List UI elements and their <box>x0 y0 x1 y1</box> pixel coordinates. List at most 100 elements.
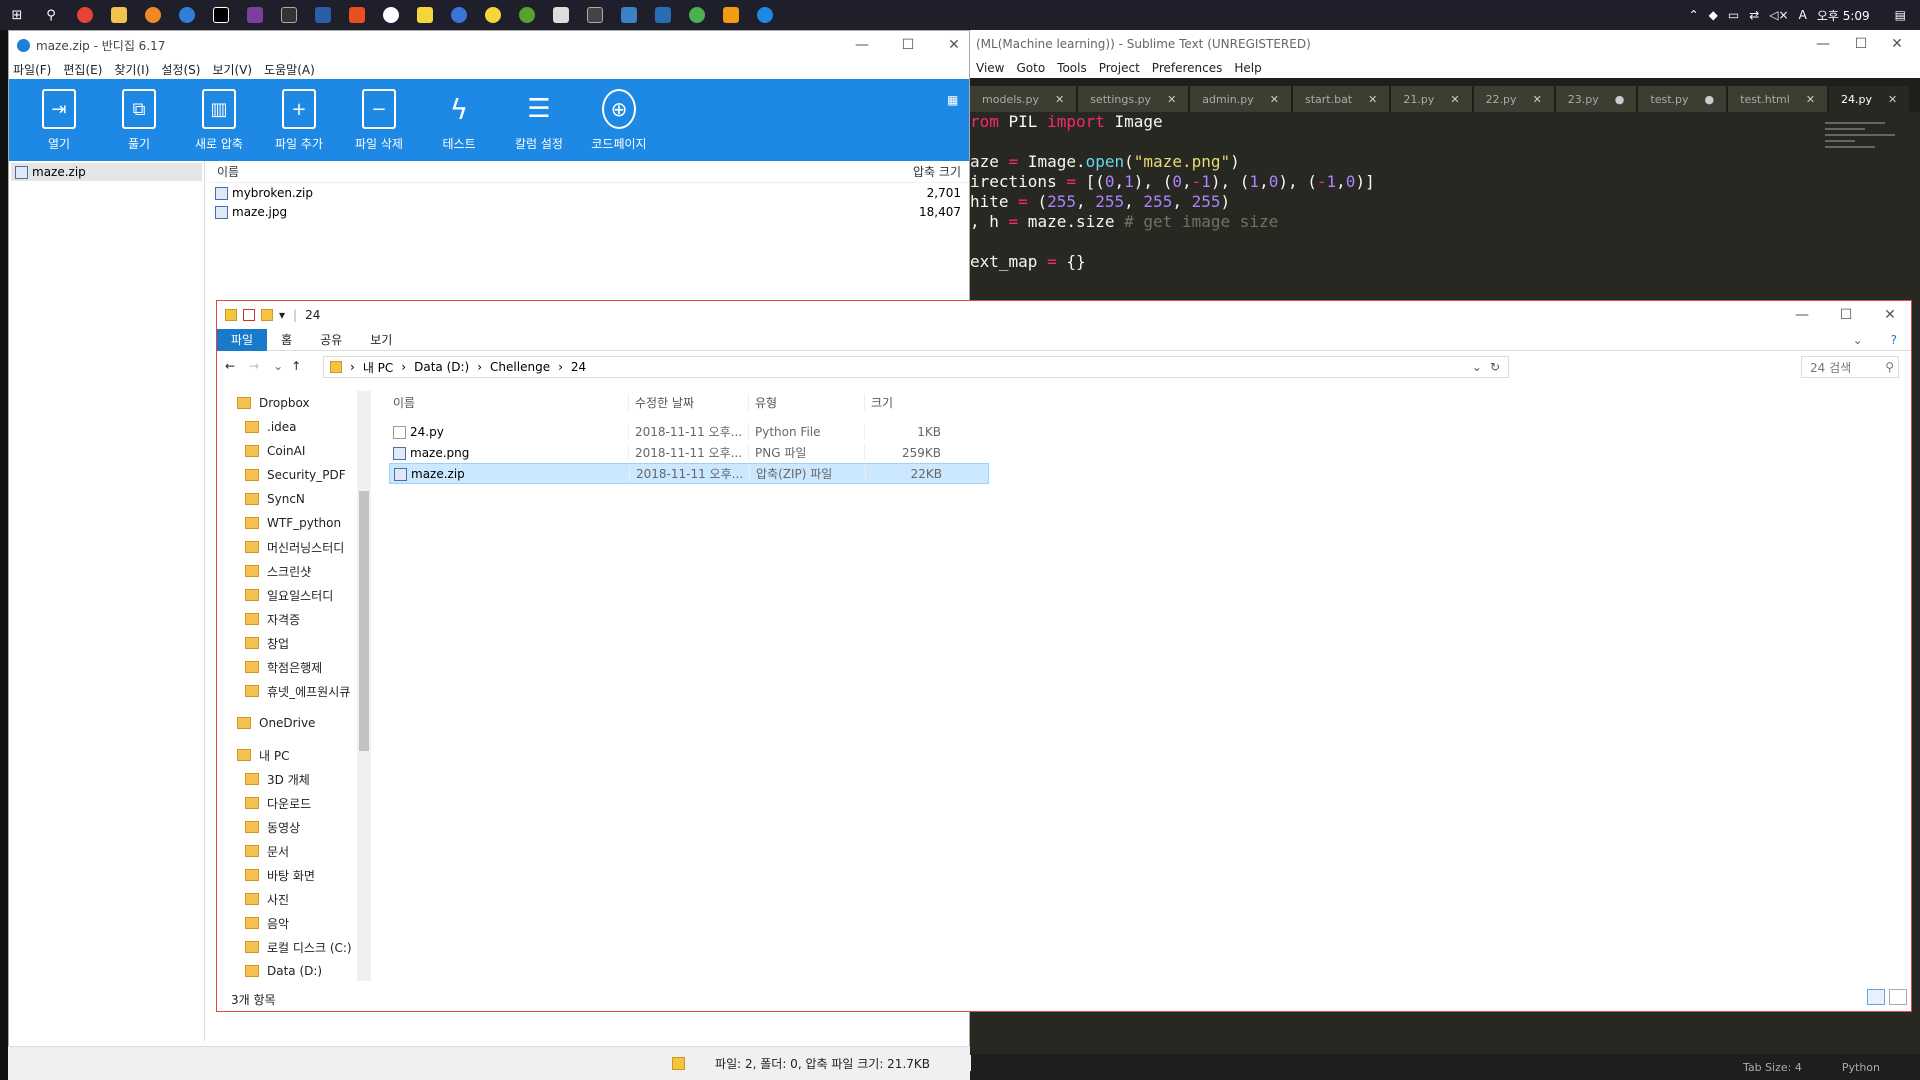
pycharm-icon[interactable] <box>204 0 238 30</box>
nav-item[interactable]: Data (D:) <box>217 959 373 983</box>
tab-22[interactable]: 22.py ✕ <box>1473 86 1554 112</box>
column-size[interactable]: 크기 <box>865 394 945 411</box>
notification-icon[interactable]: ▤ <box>1895 8 1906 22</box>
close-icon[interactable]: ✕ <box>1167 93 1176 106</box>
search-input[interactable]: 24 검색 ⚲ <box>1801 356 1899 378</box>
close-icon[interactable]: ✕ <box>1368 93 1377 106</box>
maximize-button[interactable]: ☐ <box>885 31 931 59</box>
nav-item[interactable]: 문서 <box>217 839 373 863</box>
app-icon[interactable] <box>510 0 544 30</box>
close-icon[interactable]: ✕ <box>1888 93 1897 106</box>
column-name[interactable]: 이름 <box>389 393 629 411</box>
nav-item[interactable]: .idea <box>217 415 373 439</box>
dropbox-tray-icon[interactable]: ◆ <box>1709 8 1718 22</box>
nav-item[interactable]: 내 PC <box>217 743 373 767</box>
close-button[interactable]: ✕ <box>931 31 977 59</box>
search-app-icon[interactable] <box>136 0 170 30</box>
tab-24[interactable]: 24.py ✕ <box>1829 86 1910 112</box>
tab-file[interactable]: 파일 <box>217 328 268 351</box>
minimize-button[interactable]: — <box>839 31 885 59</box>
tab-home[interactable]: 홈 <box>267 331 306 348</box>
column-type[interactable]: 유형 <box>749 393 865 411</box>
menu-project[interactable]: Project <box>1099 61 1140 75</box>
close-icon[interactable]: ✕ <box>1055 93 1064 106</box>
codepage-button[interactable]: ⊕ 코드페이지 <box>579 79 659 152</box>
nav-item[interactable]: WTF_python <box>217 511 373 535</box>
column-settings-button[interactable]: ☰ 칼럼 설정 <box>499 79 579 152</box>
app-icon[interactable] <box>544 0 578 30</box>
nav-item[interactable]: 동영상 <box>217 815 373 839</box>
breadcrumb-item[interactable]: Data (D:) <box>414 360 469 374</box>
nav-item[interactable]: 로컬 디스크 (C:) <box>217 935 373 959</box>
battery-icon[interactable]: ▭ <box>1728 8 1739 22</box>
nav-item[interactable]: 스크린샷 <box>217 559 373 583</box>
minimize-button[interactable]: — <box>1779 301 1825 329</box>
breadcrumb-item[interactable]: 내 PC <box>363 359 393 376</box>
nav-item[interactable]: 창업 <box>217 631 373 655</box>
firefox-icon[interactable] <box>170 0 204 30</box>
nav-item[interactable]: SyncN <box>217 487 373 511</box>
app-icon[interactable] <box>476 0 510 30</box>
code-editor[interactable]: rom PIL import Image aze = Image.open("m… <box>970 112 1820 272</box>
tab-start-bat[interactable]: start.bat ✕ <box>1292 86 1390 112</box>
volume-icon[interactable]: ◁× <box>1769 8 1788 22</box>
app-icon[interactable] <box>578 0 612 30</box>
app-icon[interactable] <box>442 0 476 30</box>
breadcrumb-item[interactable]: Chellenge <box>490 360 550 374</box>
onenote-icon[interactable] <box>238 0 272 30</box>
menu-edit[interactable]: 편집(E) <box>63 61 102 78</box>
close-icon[interactable]: ✕ <box>1270 93 1279 106</box>
recent-chevron-icon[interactable]: ⌄ <box>273 359 283 373</box>
nav-item[interactable]: 3D 개체 <box>217 767 373 791</box>
tab-test-py[interactable]: test.py ● <box>1638 86 1727 112</box>
nav-item[interactable]: 다운로드 <box>217 791 373 815</box>
windows-start-icon[interactable]: ⊞ <box>0 0 34 30</box>
ime-indicator[interactable]: A <box>1799 8 1807 22</box>
chevron-down-icon[interactable]: ▾ <box>279 308 285 322</box>
refresh-icon[interactable]: ↻ <box>1490 360 1500 374</box>
network-icon[interactable]: ⇄ <box>1749 8 1759 22</box>
tree-item-archive[interactable]: maze.zip <box>11 163 202 181</box>
clock[interactable]: 오후 5:09 <box>1817 7 1870 24</box>
menu-help[interactable]: Help <box>1234 61 1261 75</box>
nav-item[interactable]: Dropbox <box>217 391 373 415</box>
bandizip-icon[interactable] <box>748 0 782 30</box>
column-size[interactable]: 압축 크기 <box>913 163 961 180</box>
nav-item[interactable]: 머신러닝스터디 <box>217 535 373 559</box>
menu-tools[interactable]: Tools <box>1057 61 1087 75</box>
tiles-view-icon[interactable] <box>1889 989 1907 1005</box>
chevron-up-icon[interactable]: ⌃ <box>1689 8 1699 22</box>
tab-view[interactable]: 보기 <box>356 331 406 348</box>
powershell-icon[interactable] <box>306 0 340 30</box>
new-folder-icon[interactable] <box>261 309 273 321</box>
layout-toggle-icon[interactable]: ▦ <box>947 93 958 107</box>
menu-settings[interactable]: 설정(S) <box>161 61 200 78</box>
file-explorer-icon[interactable] <box>102 0 136 30</box>
list-item[interactable]: mybroken.zip 2,701 <box>209 183 969 202</box>
expand-ribbon-icon[interactable]: ⌄ <box>1839 333 1877 347</box>
nav-item[interactable]: 휴넷_에프원시큐 <box>217 679 373 703</box>
app-icon[interactable] <box>340 0 374 30</box>
nav-item[interactable]: 일요일스터디 <box>217 583 373 607</box>
unsaved-dot-icon[interactable]: ● <box>1615 93 1625 106</box>
tab-size-indicator[interactable]: Tab Size: 4 <box>1743 1061 1802 1074</box>
chrome-icon[interactable] <box>68 0 102 30</box>
cmd-icon[interactable] <box>272 0 306 30</box>
menu-view[interactable]: View <box>976 61 1004 75</box>
notes-icon[interactable] <box>408 0 442 30</box>
nav-scrollbar[interactable] <box>357 391 371 981</box>
file-row[interactable]: maze.png 2018-11-11 오후... PNG 파일 259KB <box>389 442 989 463</box>
extract-button[interactable]: ⧉ 풀기 <box>99 79 179 152</box>
app-icon[interactable] <box>680 0 714 30</box>
menu-file[interactable]: 파일(F) <box>13 61 51 78</box>
app-icon[interactable] <box>612 0 646 30</box>
menu-help[interactable]: 도움말(A) <box>264 61 315 78</box>
tab-share[interactable]: 공유 <box>306 331 356 348</box>
open-button[interactable]: ⇥ 열기 <box>19 79 99 152</box>
tab-test-html[interactable]: test.html ✕ <box>1728 86 1828 112</box>
forward-arrow-icon[interactable]: → <box>249 359 259 373</box>
nav-item[interactable]: 음악 <box>217 911 373 935</box>
tab-admin[interactable]: admin.py ✕ <box>1190 86 1291 112</box>
syntax-indicator[interactable]: Python <box>1842 1061 1880 1074</box>
help-icon[interactable]: ? <box>1877 333 1911 347</box>
